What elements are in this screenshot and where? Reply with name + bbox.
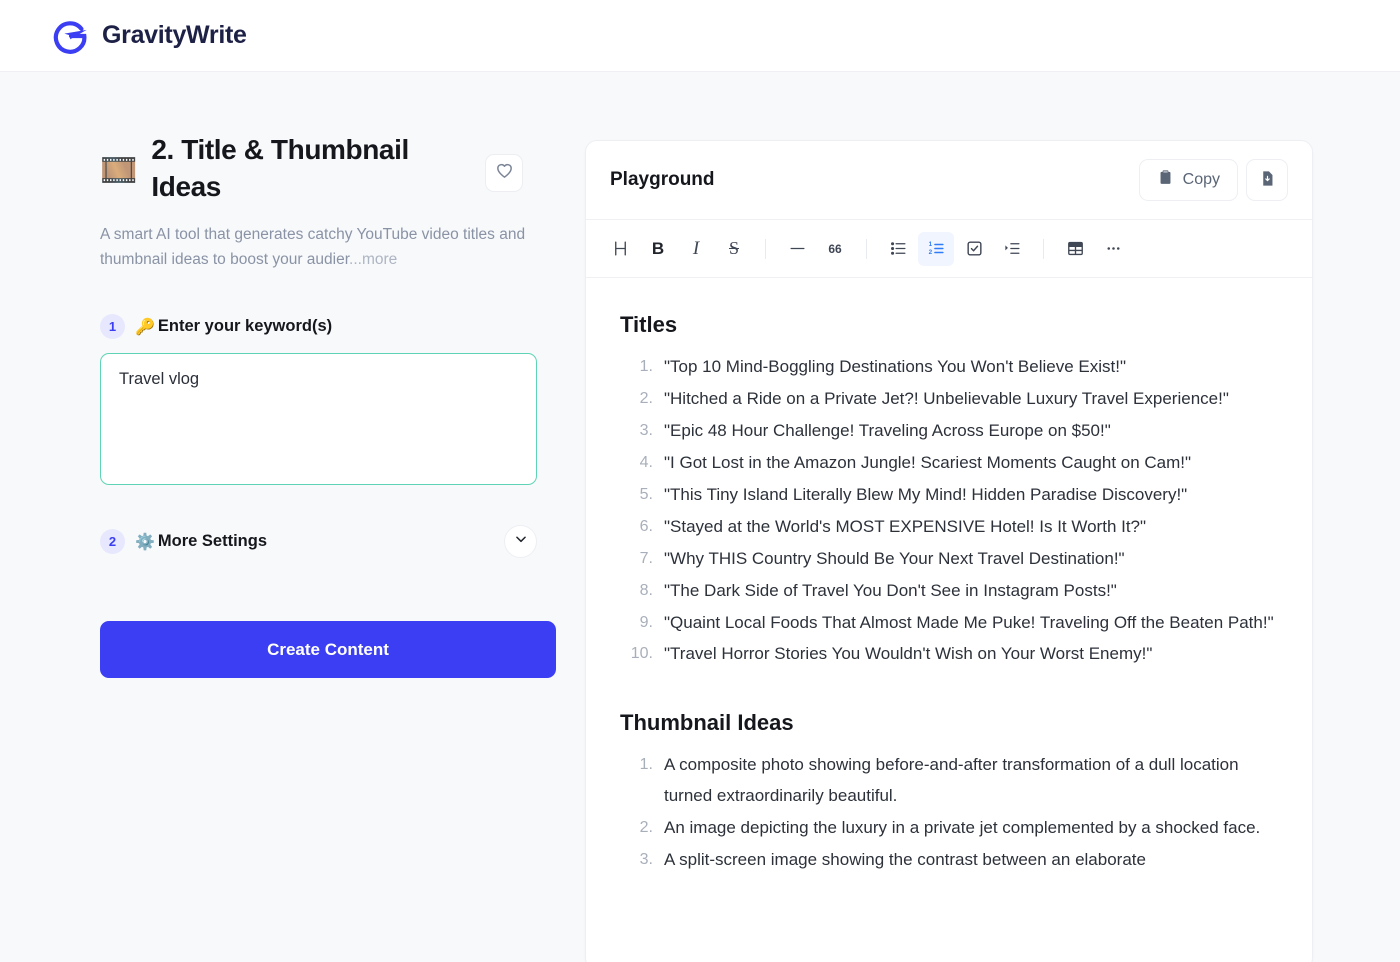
page-body: 🎞️ 2. Title & Thumbnail Ideas A smart AI…	[0, 72, 1400, 962]
list-item: "This Tiny Island Literally Blew My Mind…	[620, 480, 1278, 511]
editor-title: Playground	[610, 169, 1139, 191]
clipboard-icon	[1157, 169, 1174, 191]
svg-text:2: 2	[928, 249, 932, 256]
list-item: "Stayed at the World's MOST EXPENSIVE Ho…	[620, 512, 1278, 543]
step-2-row: 2 ⚙️ More Settings	[100, 529, 504, 554]
more-settings-row[interactable]: 2 ⚙️ More Settings	[100, 525, 537, 558]
favorite-button[interactable]	[485, 154, 523, 192]
editor-panel: Playground Copy	[585, 72, 1400, 962]
page-title: 2. Title & Thumbnail Ideas	[151, 132, 471, 206]
toolbar-italic-button[interactable]: I	[678, 232, 714, 266]
step-1-label: Enter your keyword(s)	[158, 317, 332, 336]
copy-button-label: Copy	[1183, 171, 1220, 189]
playground-card: Playground Copy	[585, 140, 1313, 962]
brand[interactable]: GravityWrite	[52, 17, 247, 55]
app-header: GravityWrite	[0, 0, 1400, 72]
brand-name: GravityWrite	[102, 21, 247, 50]
list-item: An image depicting the luxury in a priva…	[620, 813, 1278, 844]
list-item: "The Dark Side of Travel You Don't See i…	[620, 576, 1278, 607]
list-item: "Epic 48 Hour Challenge! Traveling Acros…	[620, 416, 1278, 447]
toolbar-strikethrough-button[interactable]: S	[716, 232, 752, 266]
gear-icon: ⚙️	[135, 532, 155, 552]
editor-content[interactable]: Titles "Top 10 Mind-Boggling Destination…	[586, 278, 1312, 962]
toolbar-separator	[765, 239, 766, 259]
step-1-number: 1	[100, 314, 125, 339]
editor-header: Playground Copy	[586, 141, 1312, 220]
toolbar-separator	[1043, 239, 1044, 259]
list-item: A composite photo showing before-and-aft…	[620, 750, 1278, 812]
tool-description: A smart AI tool that generates catchy Yo…	[100, 222, 555, 272]
toolbar-bullet-list-button[interactable]	[880, 232, 916, 266]
titles-heading: Titles	[620, 312, 1278, 338]
step-2-label-group: ⚙️ More Settings	[135, 532, 267, 552]
editor-header-actions: Copy	[1139, 159, 1288, 201]
toolbar-heading-button[interactable]	[602, 232, 638, 266]
toolbar-separator	[866, 239, 867, 259]
thumbnail-ideas-list: A composite photo showing before-and-aft…	[620, 750, 1278, 876]
svg-text:1: 1	[928, 241, 932, 248]
create-content-button[interactable]: Create Content	[100, 621, 556, 678]
download-button[interactable]	[1246, 159, 1288, 201]
toolbar-bold-button[interactable]: B	[640, 232, 676, 266]
titles-list: "Top 10 Mind-Boggling Destinations You W…	[620, 352, 1278, 670]
list-item: "Why THIS Country Should Be Your Next Tr…	[620, 544, 1278, 575]
step-1-row: 1 🔑 Enter your keyword(s)	[100, 314, 555, 339]
gravitywrite-logo-icon	[52, 17, 90, 55]
toolbar-more-options-button[interactable]	[1095, 232, 1131, 266]
list-item: "I Got Lost in the Amazon Jungle! Scarie…	[620, 448, 1278, 479]
step-1-label-group: 🔑 Enter your keyword(s)	[135, 317, 332, 337]
step-2-label: More Settings	[158, 532, 267, 551]
copy-button[interactable]: Copy	[1139, 159, 1238, 201]
read-more-link[interactable]: ...more	[349, 251, 397, 268]
file-download-icon	[1259, 170, 1276, 190]
toolbar-blockquote-button[interactable]: 66	[817, 232, 853, 266]
toolbar-table-button[interactable]	[1057, 232, 1093, 266]
more-settings-toggle[interactable]	[504, 525, 537, 558]
tool-header: 🎞️ 2. Title & Thumbnail Ideas	[100, 132, 555, 206]
chevron-down-icon	[514, 532, 528, 551]
tool-form-panel: 🎞️ 2. Title & Thumbnail Ideas A smart AI…	[0, 72, 585, 962]
list-item: "Top 10 Mind-Boggling Destinations You W…	[620, 352, 1278, 383]
toolbar-indent-button[interactable]	[994, 232, 1030, 266]
toolbar-horizontal-rule-button[interactable]	[779, 232, 815, 266]
tool-description-text: A smart AI tool that generates catchy Yo…	[100, 226, 525, 268]
thumbnail-ideas-heading: Thumbnail Ideas	[620, 710, 1278, 736]
step-2-number: 2	[100, 529, 125, 554]
list-item: "Quaint Local Foods That Almost Made Me …	[620, 608, 1278, 639]
list-item: A split-screen image showing the contras…	[620, 845, 1278, 876]
film-frames-icon: 🎞️	[100, 154, 137, 187]
key-icon: 🔑	[135, 317, 155, 337]
list-item: "Travel Horror Stories You Wouldn't Wish…	[620, 639, 1278, 670]
toolbar-task-list-button[interactable]	[956, 232, 992, 266]
toolbar-ordered-list-button[interactable]: 1 2	[918, 232, 954, 266]
editor-toolbar: B I S 66	[586, 220, 1312, 278]
keyword-input[interactable]	[100, 353, 537, 485]
list-item: "Hitched a Ride on a Private Jet?! Unbel…	[620, 384, 1278, 415]
heart-icon	[495, 161, 514, 185]
